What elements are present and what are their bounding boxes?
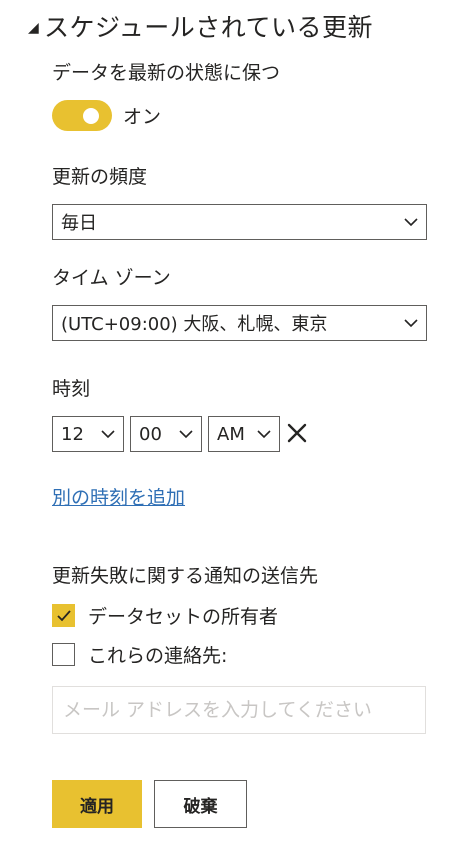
remove-time-close-icon[interactable] [284, 420, 310, 446]
chevron-down-icon [404, 215, 418, 229]
notify-label: 更新失敗に関する通知の送信先 [52, 565, 319, 587]
keep-updated-toggle[interactable] [52, 100, 112, 131]
chevron-down-icon [257, 427, 271, 441]
timezone-label: タイム ゾーン [52, 267, 171, 289]
period-select[interactable]: AM [208, 416, 280, 452]
frequency-select[interactable]: 毎日 [52, 204, 427, 240]
hour-select[interactable]: 12 [52, 416, 124, 452]
toggle-state-label: オン [123, 106, 162, 128]
minute-value: 00 [139, 423, 162, 445]
chevron-down-icon [179, 427, 193, 441]
frequency-label: 更新の頻度 [52, 166, 148, 188]
contacts-checkbox[interactable] [52, 643, 75, 666]
email-input[interactable] [52, 686, 426, 734]
collapse-caret-icon[interactable]: ◢ [28, 21, 44, 35]
owner-label: データセットの所有者 [88, 606, 279, 628]
discard-button[interactable]: 破棄 [154, 780, 247, 828]
timezone-value: (UTC+09:00) 大阪、札幌、東京 [61, 314, 328, 335]
hour-value: 12 [61, 423, 84, 445]
add-time-link[interactable]: 別の時刻を追加 [52, 483, 185, 510]
checkmark-icon [56, 609, 71, 621]
chevron-down-icon [404, 316, 418, 330]
keep-updated-label: データを最新の状態に保つ [52, 62, 281, 84]
period-value: AM [217, 423, 245, 445]
minute-select[interactable]: 00 [130, 416, 202, 452]
chevron-down-icon [101, 427, 115, 441]
toggle-knob [83, 107, 99, 124]
owner-checkbox[interactable] [52, 604, 75, 627]
contacts-check-row[interactable]: これらの連絡先: [52, 641, 227, 668]
owner-check-row[interactable]: データセットの所有者 [52, 602, 278, 629]
timezone-select[interactable]: (UTC+09:00) 大阪、札幌、東京 [52, 305, 427, 341]
time-label: 時刻 [52, 378, 91, 400]
keep-updated-row: オン [52, 100, 161, 131]
section-header[interactable]: ◢ スケジュールされている更新 [28, 8, 373, 44]
frequency-value: 毎日 [61, 213, 97, 234]
section-title: スケジュールされている更新 [44, 13, 374, 42]
apply-button[interactable]: 適用 [52, 780, 142, 828]
contacts-label: これらの連絡先: [88, 645, 228, 667]
